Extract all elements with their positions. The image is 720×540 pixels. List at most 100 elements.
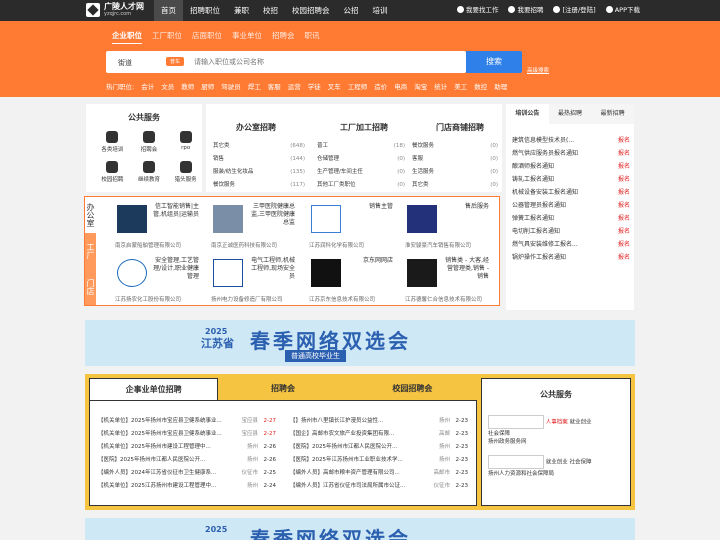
news-item[interactable]: 锅炉操作工报名通知 报名 [512,251,630,264]
app-download-link[interactable]: APP下载 [605,0,640,21]
nav-public-exam[interactable]: 公招 [337,0,366,21]
company-card[interactable]: 信工智能销售|主管,机组员|运输员 南京启蒙船舶管理有限公司 [107,199,203,251]
category-row[interactable]: 生产管理/车间主任 (0) [317,166,405,179]
hot-job-link[interactable]: 数控 [474,81,487,91]
hot-job-link[interactable]: 焊工 [248,81,261,91]
hot-job-link[interactable]: 统计 [434,81,447,91]
hr-bureau-link[interactable]: 就业创业 社会保障 扬州人力资源和社会保障局 [488,455,592,477]
campus-recruit-link[interactable]: 校园招聘 [94,161,131,183]
advanced-search-link[interactable]: 高级搜索 [527,66,549,74]
category-row[interactable]: 销售 (144) [213,153,305,166]
company-card[interactable]: 三甲医院健康总监,三甲医院健康总监 南京正诚医药科技有限公司 [203,199,299,251]
recruitment-item[interactable]: 【】扬州市八里镇长江护漫员公益性... 扬州 2-23 [290,415,468,428]
tab-shop[interactable]: 门店 [85,269,96,305]
job-fair-banner[interactable]: 2025 江苏省 春季网络双选会 普通高校毕业生 [85,320,635,366]
training-link[interactable]: 各类培训 [94,131,131,153]
job-fair-link[interactable]: 招聘会 [131,131,168,153]
recruitment-item[interactable]: 【医院】2025年江苏扬州市工业职业技术学... 扬州 2-23 [290,454,468,467]
company-card[interactable]: 安全管理,工艺管理/设计,职业健康管理 江苏扬农化工股份有限公司 [107,253,203,305]
nav-home[interactable]: 首页 [154,0,183,21]
tab-latest-jobs[interactable]: 最新招聘 [591,104,634,124]
find-job-link[interactable]: 我要找工作 [456,0,498,21]
recruitment-item[interactable]: 【机关单位】2025年扬州市宝应县卫健系统事业... 宝应县 2-27 [98,415,276,428]
hot-job-link[interactable]: 厨师 [201,81,214,91]
nav-campus-fair[interactable]: 校园招聘会 [285,0,337,21]
recruitment-item[interactable]: 【编外人员】高邮市粮丰资产管理有限公司... 高邮市 2-23 [290,467,468,480]
recruitment-item[interactable]: 【医院】2025年扬州市江都人民医院公开... 扬州 2-23 [290,441,468,454]
hot-job-link[interactable]: 电商 [394,81,407,91]
category-row[interactable]: 其它类 (648) [213,140,305,153]
hot-job-link[interactable]: 美工 [454,81,467,91]
category-row[interactable]: 普工 (18) [317,140,405,153]
news-item[interactable]: 公器管理员报名通知 报名 [512,199,630,212]
recruit-link[interactable]: 我要招聘 [508,0,543,21]
hot-job-link[interactable]: 会计 [141,81,154,91]
job-fair-banner-bottom[interactable]: 2025 春季网络双选会 [85,518,635,540]
search-input[interactable] [194,55,454,69]
category-row[interactable]: 服装/纺生化妆品 (135) [213,166,305,179]
news-item[interactable]: 建筑信息模型技术员(... 报名 [512,134,630,147]
company-card[interactable]: 销售主管 江苏润科化学有限公司 [301,199,397,251]
recruitment-item[interactable]: 【机关单位】2025年扬州市建设工程管理中... 扬州 2-26 [98,441,276,454]
hot-job-link[interactable]: 客服 [268,81,281,91]
hot-job-link[interactable]: 学徒 [308,81,321,91]
hot-job-link[interactable]: 文员 [161,81,174,91]
nav-campus[interactable]: 校招 [256,0,285,21]
news-item[interactable]: 铸轧工报名通知 报名 [512,173,630,186]
search-button[interactable]: 搜索 [466,51,522,73]
gov-service-link[interactable]: 人事档案 就业创业 社会保障 扬州政务服务网 [488,415,592,445]
recruitment-item[interactable]: 【编外人员】江苏省仪征市司法局所属市公证... 仪征市 2-23 [290,480,468,493]
recruitment-item[interactable]: 【医院】2025年扬州市江都人民医院公开... 扬州 2-26 [98,454,276,467]
category-row[interactable]: 生活服务 (0) [412,166,498,179]
nav-training[interactable]: 培训 [366,0,395,21]
hot-job-link[interactable]: 工程师 [348,81,368,91]
rpo-link[interactable]: rpo [167,131,204,153]
company-card[interactable]: 售后服务 淮安骏豪汽车销售有限公司 [397,199,493,251]
tab-office[interactable]: 办公室 [85,197,96,233]
news-item[interactable]: 燃气供应服务员报名通知 报名 [512,147,630,160]
nav-jobs[interactable]: 招聘职位 [183,0,227,21]
category-row[interactable]: 其他工厂类职位 (0) [317,179,405,192]
tab-shop-jobs[interactable]: 店面职位 [192,30,222,44]
hot-job-link[interactable]: 运营 [288,81,301,91]
recruitment-item[interactable]: 【机关单位】2025年扬州市宝应县卫健系统事业... 宝应县 2-27 [98,428,276,441]
login-link[interactable]: [注册/登陆] [553,0,596,21]
category-row[interactable]: 其它类 (0) [412,179,498,192]
nav-parttime[interactable]: 兼职 [227,0,256,21]
tab-factory-jobs[interactable]: 工厂职位 [152,30,182,44]
tab-campus-fairs[interactable]: 校园招聘会 [348,378,477,400]
news-item[interactable]: 机械设备安装工报名通知 报名 [512,186,630,199]
company-card[interactable]: 电气工程师,机械工程师,现场安全员 扬州电力设备修造厂有限公司 [203,253,299,305]
search-tag[interactable]: 普车 [166,57,185,66]
hot-job-link[interactable]: 淘宝 [414,81,427,91]
headhunter-link[interactable]: 猎头服务 [167,161,204,183]
tab-job-fairs[interactable]: 招聘会 [218,378,347,400]
recruitment-item[interactable]: 【国企】高邮市农文旅产业投资集团有限... 高邮 2-23 [290,428,468,441]
news-item[interactable]: 燃气具安装维修工报名... 报名 [512,238,630,251]
city-select[interactable]: 街道 [118,58,132,68]
recruitment-item[interactable]: 【编外人员】2024年江苏省仪征市卫生健康系... 仪征市 2-25 [98,467,276,480]
tab-training-notice[interactable]: 培训公告 [506,104,549,124]
site-logo[interactable]: 广陵人才网 yzqjrc.com [86,3,144,17]
hot-job-link[interactable]: 造价 [374,81,387,91]
category-row[interactable]: 餐饮服务 (117) [213,179,305,192]
tab-public-institutions[interactable]: 事业单位 [232,30,262,44]
hot-job-link[interactable]: 叉车 [328,81,341,91]
category-row[interactable]: 仓储管理 (0) [317,153,405,166]
company-card[interactable]: 京东网网店 江苏京东信息技术有限公司 [301,253,397,305]
tab-hot-jobs[interactable]: 最热招聘 [549,104,592,124]
hot-job-link[interactable]: 教师 [181,81,194,91]
tab-job-fair[interactable]: 招聘会 [272,30,295,44]
tab-enterprise-jobs[interactable]: 企业职位 [112,30,142,44]
recruitment-item[interactable]: 【机关单位】2025江苏扬州市建设工程管理中... 扬州 2-24 [98,480,276,493]
tab-factory[interactable]: 工厂 [85,233,96,269]
company-card[interactable]: 销售类 - 大客,经营管理类,销售 - 销售 江苏德馨仁合信息技术有限公司 [397,253,493,305]
tab-public-units[interactable]: 企事业单位招聘 [89,378,219,400]
news-item[interactable]: 酿酒师报名通知 报名 [512,160,630,173]
hot-job-link[interactable]: 助理 [494,81,507,91]
hot-job-link[interactable]: 驾驶员 [221,81,241,91]
category-row[interactable]: 客服 (0) [412,153,498,166]
continuing-edu-link[interactable]: 继续教育 [131,161,168,183]
tab-news[interactable]: 职讯 [305,30,320,44]
news-item[interactable]: 弹簧工报名通知 报名 [512,212,630,225]
